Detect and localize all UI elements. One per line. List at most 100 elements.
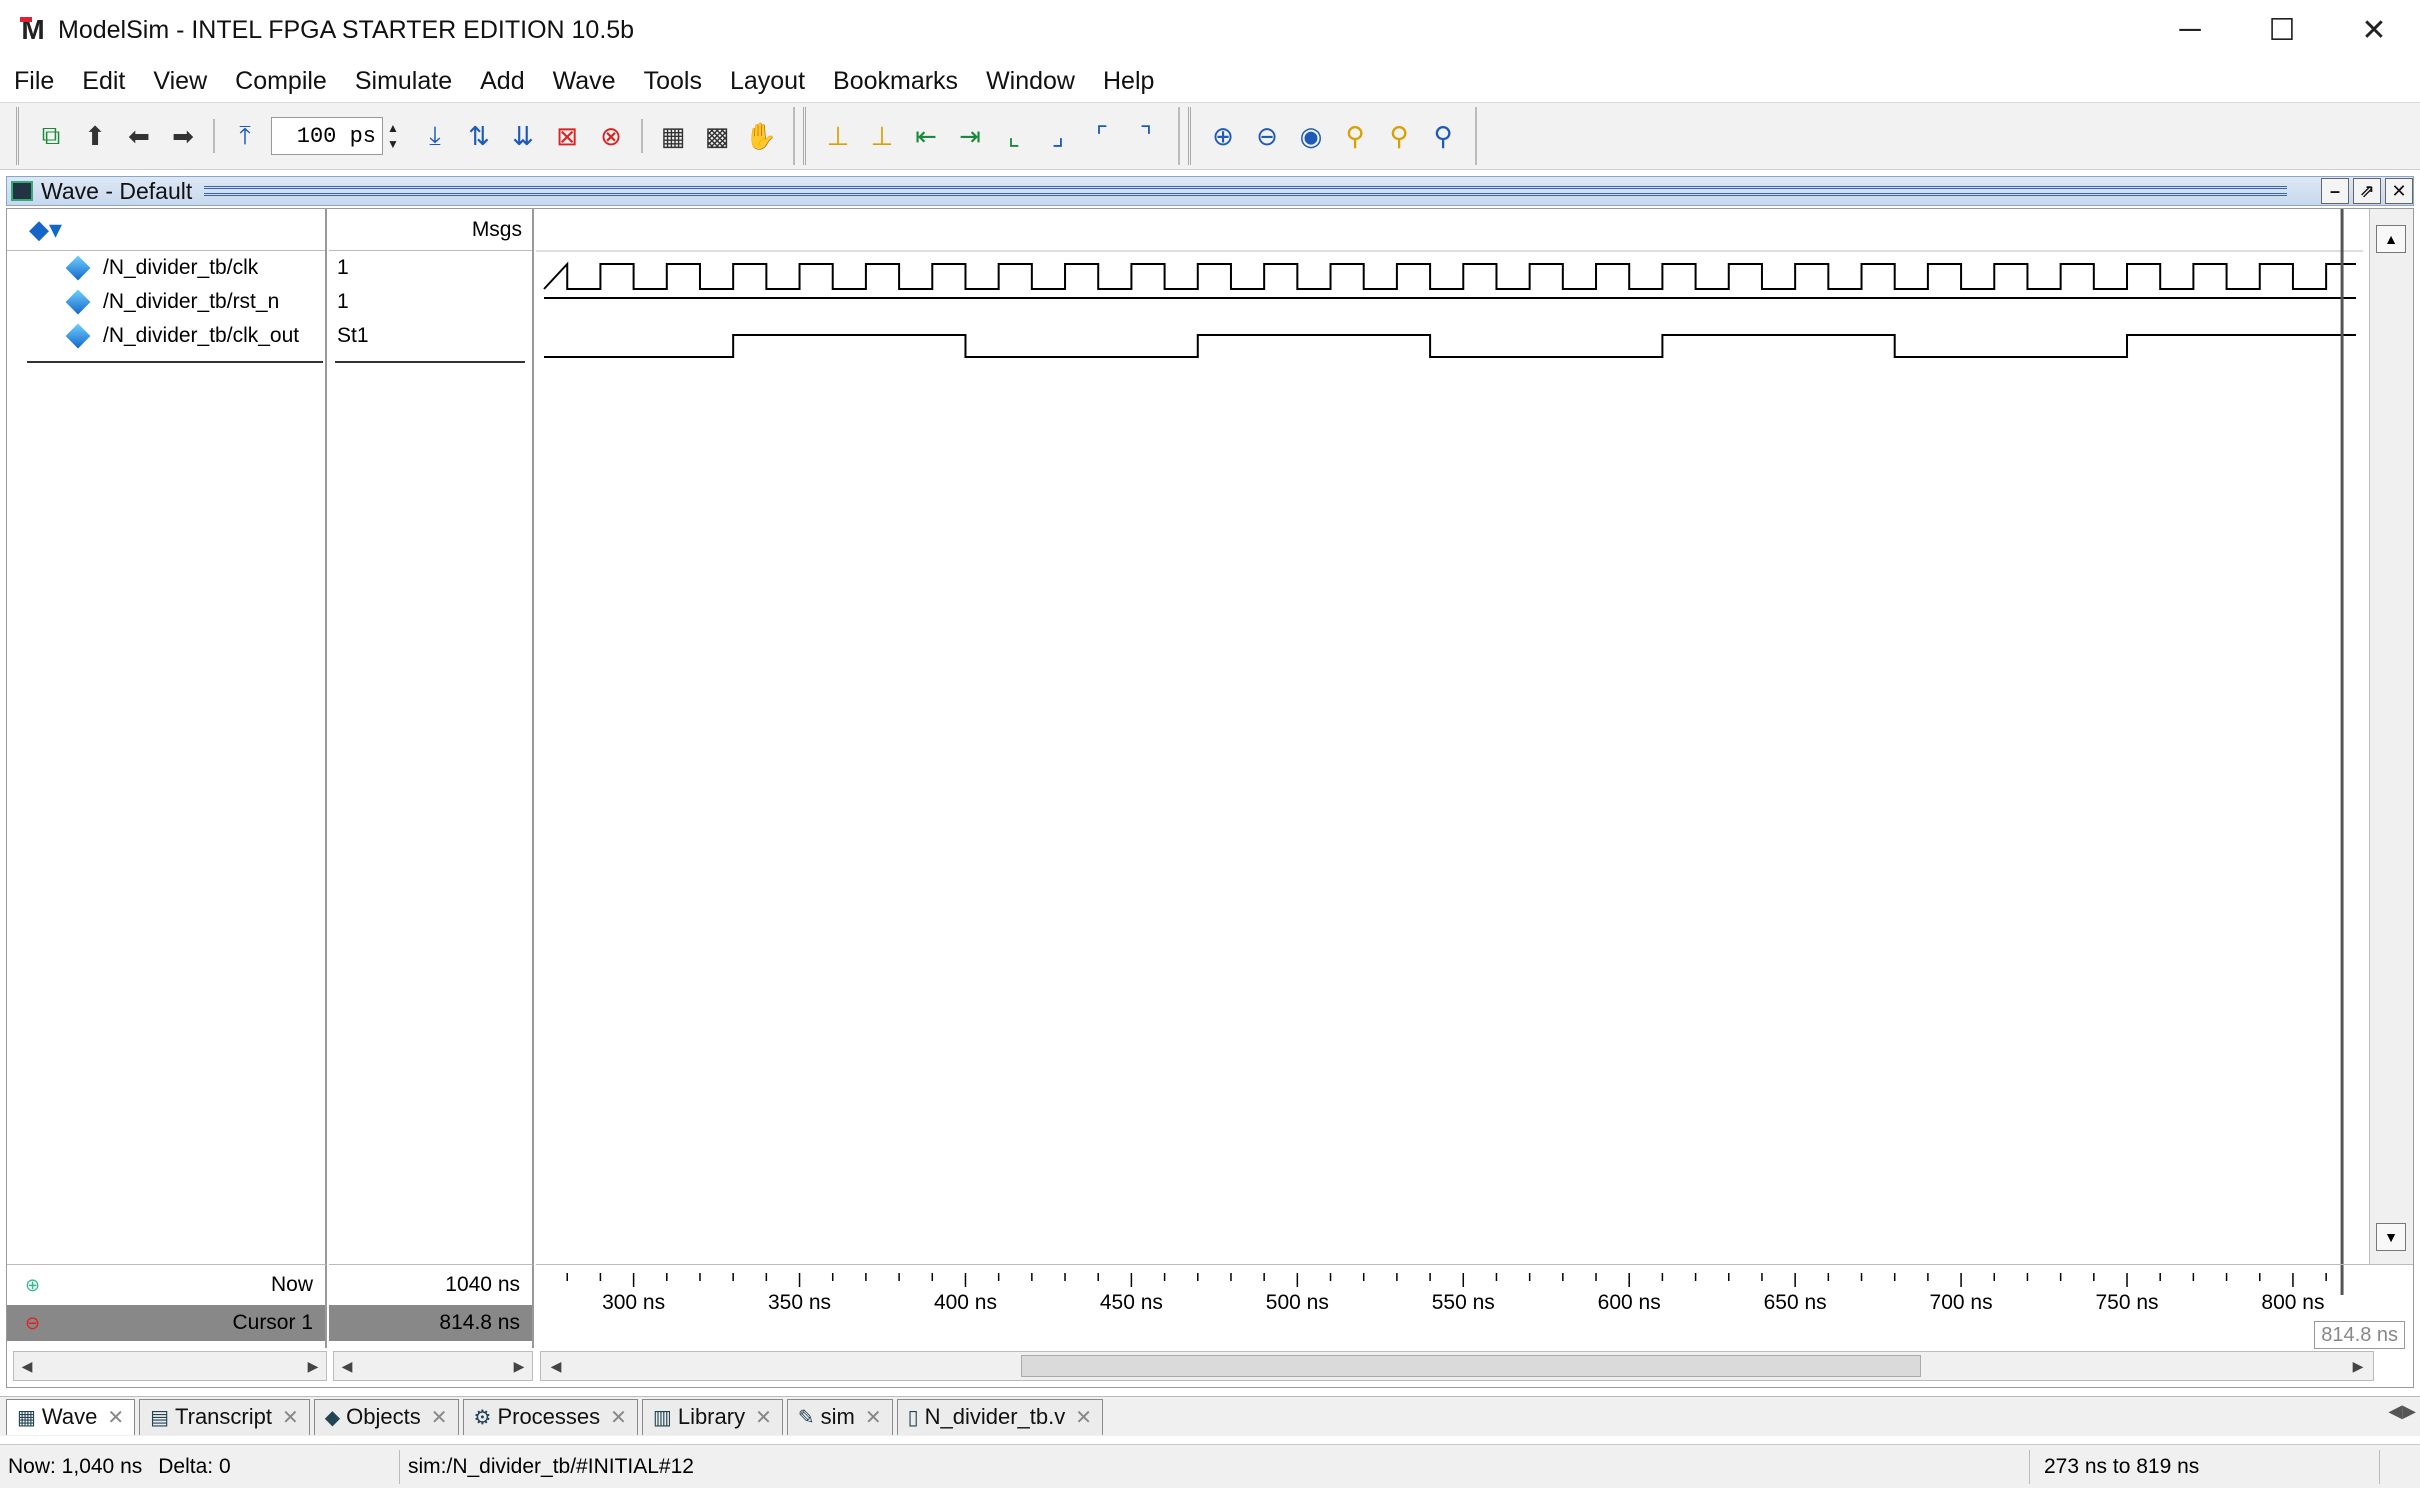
step-icon[interactable]: ▦: [656, 117, 690, 155]
close-icon[interactable]: ✕: [610, 1405, 627, 1430]
scroll-up-icon[interactable]: ▲: [2376, 225, 2406, 253]
tab-source-file[interactable]: ▯ N_divider_tb.v ✕: [896, 1398, 1104, 1435]
waveform-canvas[interactable]: [536, 209, 2363, 1264]
zoom-last-icon[interactable]: ⚲: [1426, 117, 1460, 155]
menu-layout[interactable]: Layout: [730, 67, 805, 96]
prev-rising-edge-icon[interactable]: ⌜: [1085, 117, 1119, 155]
menu-add[interactable]: Add: [480, 67, 524, 96]
menu-help[interactable]: Help: [1103, 67, 1154, 96]
axis-tick-label: 350 ns: [768, 1291, 831, 1314]
signal-names-pane: ◆▾ /N_divider_tb/clk /N_divider_tb/rst_n…: [7, 209, 327, 1264]
scroll-left-icon[interactable]: ◀: [336, 1355, 358, 1377]
tab-wave[interactable]: ▦ Wave ✕: [6, 1398, 136, 1435]
menu-window[interactable]: Window: [986, 67, 1075, 96]
minimize-button[interactable]: ─: [2144, 0, 2236, 60]
close-button[interactable]: ✕: [2328, 0, 2420, 60]
tab-label: Library: [677, 1404, 746, 1429]
status-bar: Now: 1,040 ns Delta: 0 sim:/N_divider_tb…: [0, 1444, 2420, 1488]
wave-close-button[interactable]: ✕: [2385, 178, 2413, 204]
run-icon[interactable]: ⤓: [418, 117, 452, 155]
modelsim-logo-icon: M: [18, 14, 48, 45]
zoom-out-icon[interactable]: ⊖: [1250, 117, 1284, 155]
wave-window-body: ◆▾ /N_divider_tb/clk /N_divider_tb/rst_n…: [6, 208, 2414, 1388]
file-icon: ▯: [907, 1406, 919, 1429]
menu-wave[interactable]: Wave: [553, 67, 616, 96]
close-icon[interactable]: ✕: [865, 1405, 882, 1430]
run-all-icon[interactable]: ⇊: [506, 117, 540, 155]
menu-edit[interactable]: Edit: [82, 67, 125, 96]
forward-arrow-icon[interactable]: ➡: [166, 117, 200, 155]
tab-scroll-icon[interactable]: ◀▶: [2388, 1401, 2416, 1422]
copy-icon[interactable]: ⧉: [34, 117, 68, 155]
tab-sim[interactable]: ✎ sim ✕: [786, 1398, 893, 1435]
now-label: Now: [270, 1273, 313, 1296]
prev-edge-icon[interactable]: ⇤: [909, 117, 943, 155]
waveform-hscrollbar[interactable]: ◀ ▶: [540, 1351, 2374, 1381]
now-cursor-labels: ⊕ Now ⊖ Cursor 1: [7, 1264, 327, 1348]
signal-row[interactable]: /N_divider_tb/clk_out: [7, 319, 325, 353]
signal-diamond-icon: [65, 255, 91, 281]
menu-simulate[interactable]: Simulate: [355, 67, 452, 96]
waveform-pane[interactable]: [536, 209, 2363, 1264]
toolbar-group-cursors: ⊥ ⊥ ⇤ ⇥ ⌞ ⌟ ⌜ ⌝: [803, 107, 1180, 165]
tab-objects[interactable]: ◆ Objects ✕: [313, 1398, 459, 1435]
scrollbar-thumb[interactable]: [1021, 1355, 1921, 1377]
up-arrow-icon[interactable]: ⬆: [78, 117, 112, 155]
close-icon[interactable]: ✕: [282, 1405, 299, 1430]
spin-up-icon[interactable]: ▲: [387, 120, 403, 136]
hand-icon[interactable]: ✋: [744, 117, 778, 155]
tab-processes[interactable]: ⚙ Processes ✕: [462, 1398, 638, 1435]
next-rising-edge-icon[interactable]: ⌝: [1129, 117, 1163, 155]
close-icon[interactable]: ✕: [1075, 1405, 1092, 1430]
values-hscrollbar[interactable]: ◀ ▶: [333, 1351, 533, 1381]
names-hscrollbar[interactable]: ◀ ▶: [13, 1351, 327, 1381]
zoom-full-icon[interactable]: ◉: [1294, 117, 1328, 155]
continue-icon[interactable]: ⇅: [462, 117, 496, 155]
maximize-button[interactable]: ☐: [2236, 0, 2328, 60]
scroll-right-icon[interactable]: ▶: [2347, 1355, 2369, 1377]
delete-cursor-icon[interactable]: ⊖: [25, 1313, 40, 1334]
run-length-stepper[interactable]: ▲ ▼: [387, 117, 403, 155]
scroll-left-icon[interactable]: ◀: [545, 1355, 567, 1377]
now-value: 1040 ns: [445, 1273, 520, 1296]
scroll-right-icon[interactable]: ▶: [508, 1355, 530, 1377]
delete-cursor-icon[interactable]: ⊥: [865, 117, 899, 155]
vertical-scrollbar[interactable]: ▲ ▼: [2369, 209, 2413, 1264]
signal-type-dropdown-icon[interactable]: ◆▾: [29, 214, 62, 245]
wave-minimize-button[interactable]: –: [2321, 178, 2349, 204]
step-over-icon[interactable]: ▩: [700, 117, 734, 155]
menu-compile[interactable]: Compile: [235, 67, 327, 96]
menu-tools[interactable]: Tools: [644, 67, 702, 96]
back-arrow-icon[interactable]: ⬅: [122, 117, 156, 155]
zoom-cursor-icon[interactable]: ⚲: [1338, 117, 1372, 155]
close-icon[interactable]: ✕: [755, 1405, 772, 1430]
next-falling-edge-icon[interactable]: ⌟: [1041, 117, 1075, 155]
add-cursor-icon[interactable]: ⊕: [25, 1275, 40, 1296]
close-icon[interactable]: ✕: [107, 1405, 124, 1430]
tab-library[interactable]: ▥ Library ✕: [641, 1398, 783, 1435]
spin-down-icon[interactable]: ▼: [387, 136, 403, 152]
next-edge-icon[interactable]: ⇥: [953, 117, 987, 155]
prev-falling-edge-icon[interactable]: ⌞: [997, 117, 1031, 155]
wave-undock-button[interactable]: ⇗: [2353, 178, 2381, 204]
run-length-input[interactable]: 100 ps: [271, 117, 383, 155]
restart-icon[interactable]: ⤒: [228, 117, 262, 155]
break-icon[interactable]: ⊠: [550, 117, 584, 155]
scroll-right-icon[interactable]: ▶: [302, 1355, 324, 1377]
scroll-down-icon[interactable]: ▼: [2376, 1223, 2406, 1251]
cursor-time-badge[interactable]: 814.8 ns: [2314, 1321, 2405, 1349]
scroll-left-icon[interactable]: ◀: [16, 1355, 38, 1377]
insert-cursor-icon[interactable]: ⊥: [821, 117, 855, 155]
tab-transcript[interactable]: ▤ Transcript ✕: [139, 1398, 310, 1435]
zoom-between-cursors-icon[interactable]: ⚲: [1382, 117, 1416, 155]
menu-bookmarks[interactable]: Bookmarks: [833, 67, 958, 96]
stop-icon[interactable]: ⊗: [594, 117, 628, 155]
wave-window-drag-handle[interactable]: [204, 186, 2287, 196]
signal-row[interactable]: /N_divider_tb/rst_n: [7, 285, 325, 319]
menu-file[interactable]: File: [14, 67, 54, 96]
signal-row[interactable]: /N_divider_tb/clk: [7, 251, 325, 285]
menu-view[interactable]: View: [153, 67, 207, 96]
close-icon[interactable]: ✕: [431, 1405, 448, 1430]
cursor-label[interactable]: Cursor 1: [7, 1305, 325, 1341]
zoom-in-icon[interactable]: ⊕: [1206, 117, 1240, 155]
